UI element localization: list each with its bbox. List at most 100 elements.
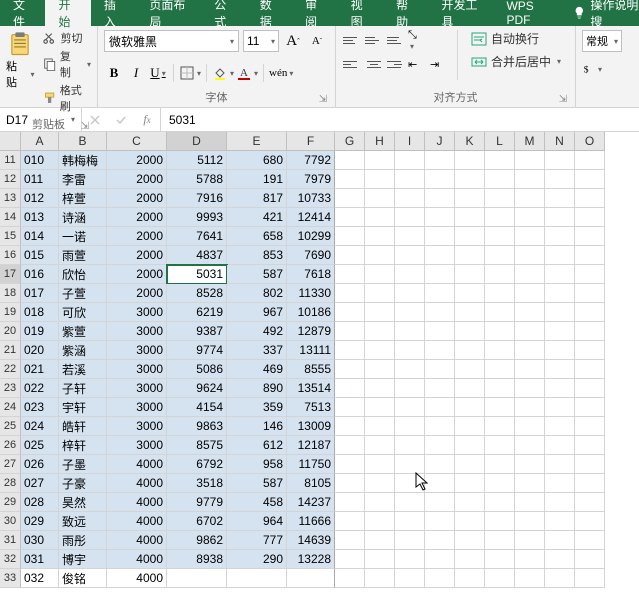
cell-J22[interactable] <box>425 360 455 379</box>
tab-5[interactable]: 数据 <box>247 0 292 26</box>
cell-F29[interactable]: 14237 <box>287 493 335 512</box>
cell-C21[interactable]: 3000 <box>107 341 167 360</box>
cut-button[interactable]: 剪切 <box>43 30 91 46</box>
cell-E16[interactable]: 853 <box>227 246 287 265</box>
cell-E26[interactable]: 612 <box>227 436 287 455</box>
cell-G13[interactable] <box>335 189 365 208</box>
cell-J20[interactable] <box>425 322 455 341</box>
cell-F14[interactable]: 12414 <box>287 208 335 227</box>
cells-area[interactable]: 010韩梅梅200051126807792011李雷20005788191797… <box>21 151 639 588</box>
cell-K15[interactable] <box>455 227 485 246</box>
cell-B11[interactable]: 韩梅梅 <box>59 151 107 170</box>
cell-J25[interactable] <box>425 417 455 436</box>
cell-H16[interactable] <box>365 246 395 265</box>
cell-C15[interactable]: 2000 <box>107 227 167 246</box>
cell-A16[interactable]: 015 <box>21 246 59 265</box>
cell-C29[interactable]: 4000 <box>107 493 167 512</box>
cell-N32[interactable] <box>545 550 575 569</box>
cell-K17[interactable] <box>455 265 485 284</box>
align-center-button[interactable] <box>364 54 384 74</box>
cell-O33[interactable] <box>575 569 605 588</box>
cell-K16[interactable] <box>455 246 485 265</box>
cell-B17[interactable]: 欣怡 <box>59 265 107 284</box>
cell-A13[interactable]: 012 <box>21 189 59 208</box>
cell-N19[interactable] <box>545 303 575 322</box>
cell-D25[interactable]: 9863 <box>167 417 227 436</box>
cell-H15[interactable] <box>365 227 395 246</box>
cell-I22[interactable] <box>395 360 425 379</box>
cell-E15[interactable]: 658 <box>227 227 287 246</box>
row-header-19[interactable]: 19 <box>0 303 21 322</box>
cell-A23[interactable]: 022 <box>21 379 59 398</box>
align-right-button[interactable] <box>386 54 406 74</box>
cell-G24[interactable] <box>335 398 365 417</box>
cell-G23[interactable] <box>335 379 365 398</box>
cell-H12[interactable] <box>365 170 395 189</box>
cell-J23[interactable] <box>425 379 455 398</box>
cell-A14[interactable]: 013 <box>21 208 59 227</box>
dialog-launcher-icon[interactable]: ⇲ <box>317 93 329 105</box>
cell-N12[interactable] <box>545 170 575 189</box>
col-header-A[interactable]: A <box>21 132 59 151</box>
cell-D14[interactable]: 9993 <box>167 208 227 227</box>
copy-button[interactable]: 复制▾ <box>43 48 91 80</box>
cell-E29[interactable]: 458 <box>227 493 287 512</box>
cell-I17[interactable] <box>395 265 425 284</box>
decrease-indent-button[interactable]: ⇤ <box>408 54 428 74</box>
cell-M24[interactable] <box>515 398 545 417</box>
cell-K12[interactable] <box>455 170 485 189</box>
cell-J16[interactable] <box>425 246 455 265</box>
col-header-N[interactable]: N <box>545 132 575 151</box>
cell-E33[interactable] <box>227 569 287 588</box>
cell-I15[interactable] <box>395 227 425 246</box>
col-header-K[interactable]: K <box>455 132 485 151</box>
cell-A26[interactable]: 025 <box>21 436 59 455</box>
cell-G25[interactable] <box>335 417 365 436</box>
cell-G29[interactable] <box>335 493 365 512</box>
cell-C22[interactable]: 3000 <box>107 360 167 379</box>
cell-D30[interactable]: 6702 <box>167 512 227 531</box>
cell-B18[interactable]: 子萱 <box>59 284 107 303</box>
cell-G19[interactable] <box>335 303 365 322</box>
cell-F24[interactable]: 7513 <box>287 398 335 417</box>
wrap-text-button[interactable]: 自动换行 <box>471 30 561 47</box>
cell-A28[interactable]: 027 <box>21 474 59 493</box>
dialog-launcher-icon[interactable]: ⇲ <box>79 120 91 132</box>
cell-N13[interactable] <box>545 189 575 208</box>
cell-E27[interactable]: 958 <box>227 455 287 474</box>
cell-B22[interactable]: 若溪 <box>59 360 107 379</box>
cell-E21[interactable]: 337 <box>227 341 287 360</box>
row-header-27[interactable]: 27 <box>0 455 21 474</box>
cell-L14[interactable] <box>485 208 515 227</box>
cell-G26[interactable] <box>335 436 365 455</box>
tab-10[interactable]: WPS PDF <box>493 0 563 26</box>
cell-F19[interactable]: 10186 <box>287 303 335 322</box>
row-header-21[interactable]: 21 <box>0 341 21 360</box>
cell-H26[interactable] <box>365 436 395 455</box>
borders-button[interactable]: ▾ <box>179 62 201 84</box>
cell-D12[interactable]: 5788 <box>167 170 227 189</box>
bold-button[interactable]: B <box>104 62 124 84</box>
cell-N24[interactable] <box>545 398 575 417</box>
cell-D32[interactable]: 8938 <box>167 550 227 569</box>
row-header-24[interactable]: 24 <box>0 398 21 417</box>
cell-M23[interactable] <box>515 379 545 398</box>
cell-G28[interactable] <box>335 474 365 493</box>
cell-I18[interactable] <box>395 284 425 303</box>
row-header-29[interactable]: 29 <box>0 493 21 512</box>
cell-N15[interactable] <box>545 227 575 246</box>
cell-J14[interactable] <box>425 208 455 227</box>
cell-D18[interactable]: 8528 <box>167 284 227 303</box>
cell-B28[interactable]: 子豪 <box>59 474 107 493</box>
cell-O28[interactable] <box>575 474 605 493</box>
font-color-button[interactable]: A▾ <box>236 62 258 84</box>
cell-M18[interactable] <box>515 284 545 303</box>
cell-D31[interactable]: 9862 <box>167 531 227 550</box>
cell-C33[interactable]: 4000 <box>107 569 167 588</box>
cell-N16[interactable] <box>545 246 575 265</box>
cell-E19[interactable]: 967 <box>227 303 287 322</box>
cell-B32[interactable]: 博宇 <box>59 550 107 569</box>
cell-O22[interactable] <box>575 360 605 379</box>
cell-A19[interactable]: 018 <box>21 303 59 322</box>
cell-L18[interactable] <box>485 284 515 303</box>
